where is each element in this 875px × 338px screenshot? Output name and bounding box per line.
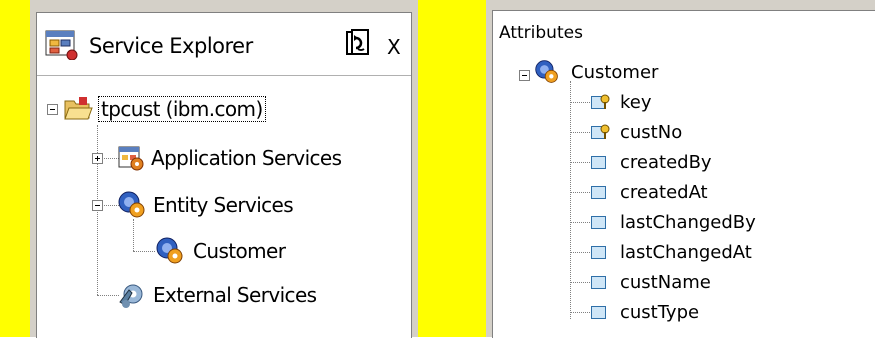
attribute-icon — [591, 245, 606, 259]
tree-node-root[interactable]: tpcust (ibm.com) — [63, 93, 266, 125]
tree-node-external-services[interactable]: External Services — [117, 279, 317, 311]
close-button[interactable]: X — [387, 35, 401, 59]
yellow-margin-middle — [418, 0, 486, 337]
attribute-row[interactable]: lastChangedAt — [591, 239, 752, 265]
attribute-label: custNo — [620, 121, 683, 143]
attribute-label: createdAt — [620, 181, 708, 203]
attributes-frame: Attributes Customer key custNo createdBy… — [492, 10, 875, 338]
collapse-toggle-customer[interactable] — [519, 70, 530, 81]
tree-node-external-services-label: External Services — [153, 283, 317, 307]
collapse-toggle-entity-services[interactable] — [92, 200, 103, 211]
attribute-row[interactable]: createdBy — [591, 149, 712, 175]
attribute-row[interactable]: lastChangedBy — [591, 209, 756, 235]
attribute-icon — [591, 155, 606, 169]
key-attribute-icon — [591, 124, 610, 139]
tree-connector — [133, 251, 155, 252]
tree-node-root-label: tpcust (ibm.com) — [98, 96, 266, 122]
tree-node-application-services-label: Application Services — [151, 146, 342, 170]
service-tree: tpcust (ibm.com) Application Services En… — [37, 75, 411, 338]
tree-connector — [570, 102, 590, 103]
tree-connector — [97, 295, 119, 296]
tree-node-customer[interactable]: Customer — [155, 235, 286, 267]
service-explorer-titlebar: Service Explorer X — [37, 13, 411, 76]
attribute-label: key — [620, 91, 652, 113]
collapse-toggle-root[interactable] — [47, 104, 58, 115]
tree-connector — [570, 252, 590, 253]
attribute-row[interactable]: custType — [591, 299, 699, 325]
tree-connector — [570, 81, 571, 319]
attribute-row[interactable]: custName — [591, 269, 711, 295]
attributes-panel: Attributes Customer key custNo createdBy… — [486, 0, 875, 338]
attribute-icon — [591, 185, 606, 199]
attribute-label: custName — [620, 271, 711, 293]
attribute-row[interactable]: key — [591, 89, 652, 115]
tree-connector — [570, 132, 590, 133]
tree-node-entity-services[interactable]: Entity Services — [117, 189, 294, 221]
attribute-icon — [591, 275, 606, 289]
service-explorer-icon — [45, 30, 79, 65]
service-explorer-panel: Service Explorer X tpcust (ibm.com) Appl… — [30, 0, 418, 338]
attribute-label: custType — [620, 301, 700, 323]
tree-connector — [570, 192, 590, 193]
refresh-icon[interactable] — [345, 29, 371, 64]
attribute-icon — [591, 215, 606, 229]
attribute-icon — [591, 305, 606, 319]
attribute-label: lastChangedAt — [620, 241, 752, 263]
attributes-title: Attributes — [499, 23, 583, 43]
attribute-label: lastChangedBy — [620, 211, 756, 233]
tree-connector — [133, 219, 134, 251]
attribute-label: createdBy — [620, 151, 712, 173]
tree-connector — [570, 162, 590, 163]
attribute-row[interactable]: custNo — [591, 119, 682, 145]
tree-connector — [570, 222, 590, 223]
tree-connector — [570, 312, 590, 313]
folder-open-icon — [64, 97, 93, 120]
tree-node-entity-services-label: Entity Services — [153, 193, 294, 217]
service-explorer-title: Service Explorer — [89, 34, 253, 58]
attribute-row[interactable]: createdAt — [591, 179, 708, 205]
customer-entity-icon — [535, 60, 558, 83]
key-attribute-icon — [591, 94, 610, 109]
expand-toggle-application-services[interactable] — [92, 153, 103, 164]
tree-node-application-services[interactable]: Application Services — [117, 142, 342, 174]
attribute-root-label: Customer — [571, 61, 659, 83]
entity-services-icon — [118, 191, 145, 218]
attribute-root-customer[interactable]: Customer — [533, 59, 658, 85]
application-services-icon — [118, 146, 144, 171]
service-explorer-frame: Service Explorer X tpcust (ibm.com) Appl… — [36, 12, 412, 338]
tree-node-customer-label: Customer — [193, 239, 286, 263]
external-services-icon — [119, 284, 143, 308]
customer-entity-icon — [156, 237, 183, 264]
yellow-margin-left — [0, 0, 30, 337]
tree-connector — [570, 282, 590, 283]
